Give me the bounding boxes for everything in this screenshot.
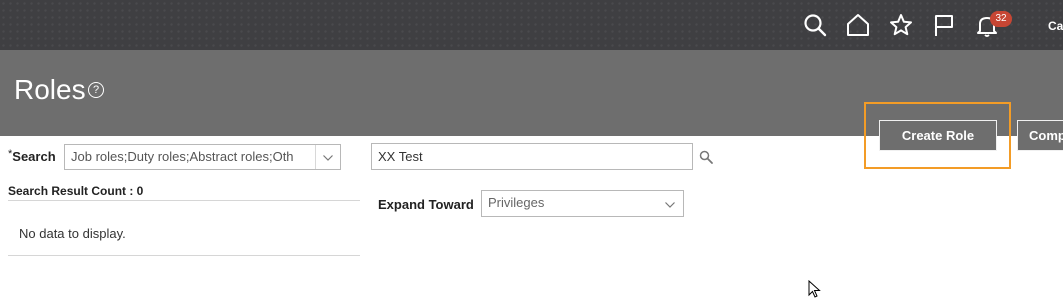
expand-toward-label: Expand Toward <box>378 197 474 212</box>
chevron-down-icon[interactable] <box>315 145 340 169</box>
mouse-pointer-icon <box>808 280 821 298</box>
search-icon[interactable] <box>698 149 714 165</box>
search-input[interactable] <box>371 143 693 170</box>
divider <box>8 200 360 201</box>
search-icon[interactable] <box>802 12 828 38</box>
required-marker: * <box>8 148 13 160</box>
divider <box>8 255 360 256</box>
user-menu[interactable]: Ca <box>1048 19 1063 33</box>
home-icon[interactable] <box>845 12 871 38</box>
star-icon[interactable] <box>888 12 914 38</box>
search-panel: *Search Job roles;Duty roles;Abstract ro… <box>0 136 1063 297</box>
chevron-down-icon[interactable] <box>665 202 675 208</box>
role-type-select[interactable]: Job roles;Duty roles;Abstract roles;Oth <box>64 144 341 170</box>
search-label: *Search <box>8 148 56 164</box>
help-icon[interactable]: ? <box>88 82 104 98</box>
empty-results-message: No data to display. <box>19 226 126 241</box>
flag-icon[interactable] <box>931 12 957 38</box>
page-title: Roles <box>14 74 86 105</box>
role-type-value: Job roles;Duty roles;Abstract roles;Oth <box>71 149 294 164</box>
search-label-text: Search <box>12 149 56 164</box>
search-result-count: Search Result Count : 0 <box>8 184 144 198</box>
notification-count-badge[interactable]: 32 <box>990 11 1012 27</box>
expand-toward-select[interactable]: Privileges <box>481 190 684 217</box>
global-header: 32 Ca <box>0 0 1063 50</box>
expand-toward-value: Privileges <box>488 195 545 210</box>
page-header: Roles ? Create Role Comp <box>0 50 1063 169</box>
